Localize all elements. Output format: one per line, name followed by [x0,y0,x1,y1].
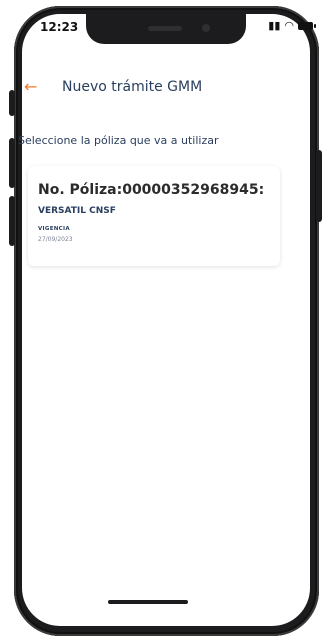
wifi-icon: ◠ [284,19,294,32]
instruction-text: Seleccione la póliza que va a utilizar [18,134,219,147]
volume-up-button [9,138,15,188]
validity-date: 27/09/2023 [38,236,73,243]
signal-icon: ▮▮ [268,19,281,32]
policy-product: VERSATIL CNSF [38,206,116,216]
camera [202,24,210,32]
policy-card[interactable]: No. Póliza:00000352968945: VERSATIL CNSF… [28,166,280,266]
page-header: ← Nuevo trámite GMM [0,76,331,102]
power-button [316,150,322,222]
page-title: Nuevo trámite GMM [62,79,203,95]
speaker [148,26,182,31]
back-arrow-icon[interactable]: ← [24,77,37,96]
status-time: 12:23 [40,20,79,34]
status-icons: ▮▮ ◠ [268,19,316,32]
phone-screen [22,14,310,626]
battery-icon [298,21,316,30]
home-indicator[interactable] [108,600,188,604]
policy-number: No. Póliza:00000352968945: [38,182,265,198]
validity-label: VIGENCIA [38,226,70,232]
notch [86,14,246,44]
volume-down-button [9,196,15,246]
